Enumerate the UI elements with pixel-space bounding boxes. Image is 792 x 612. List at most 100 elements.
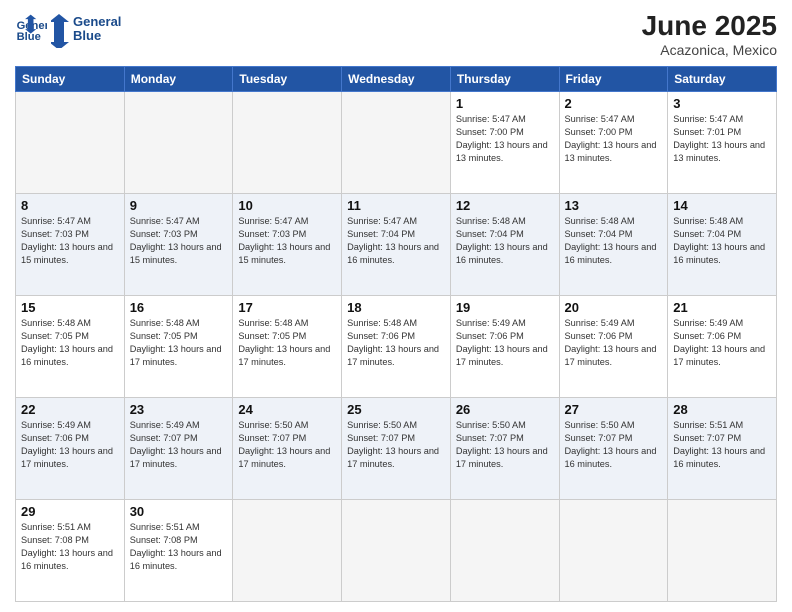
calendar-cell <box>342 500 451 602</box>
calendar-cell: 26 Sunrise: 5:50 AM Sunset: 7:07 PM Dayl… <box>450 398 559 500</box>
day-number: 29 <box>21 504 119 519</box>
day-number: 30 <box>130 504 228 519</box>
day-number: 26 <box>456 402 554 417</box>
logo-icon: General Blue <box>15 13 47 45</box>
day-number: 18 <box>347 300 445 315</box>
calendar-cell: 8 Sunrise: 5:47 AM Sunset: 7:03 PM Dayli… <box>16 194 125 296</box>
calendar-cell: 10 Sunrise: 5:47 AM Sunset: 7:03 PM Dayl… <box>233 194 342 296</box>
calendar-cell: 30 Sunrise: 5:51 AM Sunset: 7:08 PM Dayl… <box>124 500 233 602</box>
day-number: 1 <box>456 96 554 111</box>
logo-text-block: General Blue <box>51 10 131 48</box>
col-tuesday: Tuesday <box>233 67 342 92</box>
cell-info: Sunrise: 5:50 AM Sunset: 7:07 PM Dayligh… <box>238 419 336 471</box>
calendar-cell: 22 Sunrise: 5:49 AM Sunset: 7:06 PM Dayl… <box>16 398 125 500</box>
logo: General Blue General Blue <box>15 10 131 48</box>
day-number: 12 <box>456 198 554 213</box>
calendar-cell <box>342 92 451 194</box>
cell-info: Sunrise: 5:51 AM Sunset: 7:08 PM Dayligh… <box>130 521 228 573</box>
cell-info: Sunrise: 5:49 AM Sunset: 7:06 PM Dayligh… <box>21 419 119 471</box>
calendar-cell: 24 Sunrise: 5:50 AM Sunset: 7:07 PM Dayl… <box>233 398 342 500</box>
day-number: 20 <box>565 300 663 315</box>
header: General Blue General Blue June 2025 Acaz… <box>15 10 777 58</box>
calendar-cell: 23 Sunrise: 5:49 AM Sunset: 7:07 PM Dayl… <box>124 398 233 500</box>
cell-info: Sunrise: 5:48 AM Sunset: 7:06 PM Dayligh… <box>347 317 445 369</box>
day-number: 21 <box>673 300 771 315</box>
cell-info: Sunrise: 5:47 AM Sunset: 7:03 PM Dayligh… <box>130 215 228 267</box>
calendar-cell <box>559 500 668 602</box>
day-number: 3 <box>673 96 771 111</box>
calendar-cell <box>124 92 233 194</box>
calendar-cell: 12 Sunrise: 5:48 AM Sunset: 7:04 PM Dayl… <box>450 194 559 296</box>
day-number: 11 <box>347 198 445 213</box>
logo-svg: General Blue <box>51 10 131 48</box>
col-thursday: Thursday <box>450 67 559 92</box>
calendar-cell <box>233 500 342 602</box>
day-number: 17 <box>238 300 336 315</box>
cell-info: Sunrise: 5:51 AM Sunset: 7:08 PM Dayligh… <box>21 521 119 573</box>
cell-info: Sunrise: 5:48 AM Sunset: 7:05 PM Dayligh… <box>21 317 119 369</box>
cell-info: Sunrise: 5:47 AM Sunset: 7:03 PM Dayligh… <box>21 215 119 267</box>
cell-info: Sunrise: 5:48 AM Sunset: 7:04 PM Dayligh… <box>456 215 554 267</box>
cell-info: Sunrise: 5:49 AM Sunset: 7:06 PM Dayligh… <box>456 317 554 369</box>
day-number: 15 <box>21 300 119 315</box>
day-number: 13 <box>565 198 663 213</box>
cell-info: Sunrise: 5:50 AM Sunset: 7:07 PM Dayligh… <box>565 419 663 471</box>
calendar-cell <box>233 92 342 194</box>
day-number: 25 <box>347 402 445 417</box>
cell-info: Sunrise: 5:48 AM Sunset: 7:05 PM Dayligh… <box>130 317 228 369</box>
calendar-table: Sunday Monday Tuesday Wednesday Thursday… <box>15 66 777 602</box>
day-number: 24 <box>238 402 336 417</box>
col-sunday: Sunday <box>16 67 125 92</box>
day-number: 16 <box>130 300 228 315</box>
cell-info: Sunrise: 5:47 AM Sunset: 7:03 PM Dayligh… <box>238 215 336 267</box>
calendar-cell: 13 Sunrise: 5:48 AM Sunset: 7:04 PM Dayl… <box>559 194 668 296</box>
cell-info: Sunrise: 5:48 AM Sunset: 7:04 PM Dayligh… <box>673 215 771 267</box>
col-monday: Monday <box>124 67 233 92</box>
calendar-cell: 28 Sunrise: 5:51 AM Sunset: 7:07 PM Dayl… <box>668 398 777 500</box>
cell-info: Sunrise: 5:49 AM Sunset: 7:06 PM Dayligh… <box>565 317 663 369</box>
cell-info: Sunrise: 5:50 AM Sunset: 7:07 PM Dayligh… <box>456 419 554 471</box>
col-saturday: Saturday <box>668 67 777 92</box>
cell-info: Sunrise: 5:48 AM Sunset: 7:04 PM Dayligh… <box>565 215 663 267</box>
calendar-cell: 25 Sunrise: 5:50 AM Sunset: 7:07 PM Dayl… <box>342 398 451 500</box>
title-block: June 2025 Acazonica, Mexico <box>642 10 777 58</box>
calendar-cell: 21 Sunrise: 5:49 AM Sunset: 7:06 PM Dayl… <box>668 296 777 398</box>
day-number: 23 <box>130 402 228 417</box>
calendar-cell: 16 Sunrise: 5:48 AM Sunset: 7:05 PM Dayl… <box>124 296 233 398</box>
cell-info: Sunrise: 5:47 AM Sunset: 7:04 PM Dayligh… <box>347 215 445 267</box>
calendar-cell: 20 Sunrise: 5:49 AM Sunset: 7:06 PM Dayl… <box>559 296 668 398</box>
cell-info: Sunrise: 5:50 AM Sunset: 7:07 PM Dayligh… <box>347 419 445 471</box>
svg-text:Blue: Blue <box>73 28 101 43</box>
calendar-cell: 2 Sunrise: 5:47 AM Sunset: 7:00 PM Dayli… <box>559 92 668 194</box>
day-number: 10 <box>238 198 336 213</box>
cell-info: Sunrise: 5:48 AM Sunset: 7:05 PM Dayligh… <box>238 317 336 369</box>
day-number: 28 <box>673 402 771 417</box>
calendar-cell <box>16 92 125 194</box>
cell-info: Sunrise: 5:51 AM Sunset: 7:07 PM Dayligh… <box>673 419 771 471</box>
cell-info: Sunrise: 5:47 AM Sunset: 7:00 PM Dayligh… <box>456 113 554 165</box>
svg-text:General: General <box>73 14 121 29</box>
day-number: 22 <box>21 402 119 417</box>
calendar-cell: 27 Sunrise: 5:50 AM Sunset: 7:07 PM Dayl… <box>559 398 668 500</box>
calendar-cell: 18 Sunrise: 5:48 AM Sunset: 7:06 PM Dayl… <box>342 296 451 398</box>
calendar-cell: 9 Sunrise: 5:47 AM Sunset: 7:03 PM Dayli… <box>124 194 233 296</box>
day-number: 19 <box>456 300 554 315</box>
col-wednesday: Wednesday <box>342 67 451 92</box>
calendar-cell: 11 Sunrise: 5:47 AM Sunset: 7:04 PM Dayl… <box>342 194 451 296</box>
cell-info: Sunrise: 5:47 AM Sunset: 7:01 PM Dayligh… <box>673 113 771 165</box>
day-number: 2 <box>565 96 663 111</box>
day-number: 8 <box>21 198 119 213</box>
calendar-header-row: Sunday Monday Tuesday Wednesday Thursday… <box>16 67 777 92</box>
day-number: 27 <box>565 402 663 417</box>
calendar-cell: 29 Sunrise: 5:51 AM Sunset: 7:08 PM Dayl… <box>16 500 125 602</box>
col-friday: Friday <box>559 67 668 92</box>
calendar-cell: 17 Sunrise: 5:48 AM Sunset: 7:05 PM Dayl… <box>233 296 342 398</box>
page-subtitle: Acazonica, Mexico <box>642 42 777 58</box>
calendar-cell: 1 Sunrise: 5:47 AM Sunset: 7:00 PM Dayli… <box>450 92 559 194</box>
calendar-cell: 14 Sunrise: 5:48 AM Sunset: 7:04 PM Dayl… <box>668 194 777 296</box>
svg-text:Blue: Blue <box>17 31 41 43</box>
cell-info: Sunrise: 5:49 AM Sunset: 7:07 PM Dayligh… <box>130 419 228 471</box>
calendar-cell <box>450 500 559 602</box>
cell-info: Sunrise: 5:47 AM Sunset: 7:00 PM Dayligh… <box>565 113 663 165</box>
calendar-cell: 19 Sunrise: 5:49 AM Sunset: 7:06 PM Dayl… <box>450 296 559 398</box>
